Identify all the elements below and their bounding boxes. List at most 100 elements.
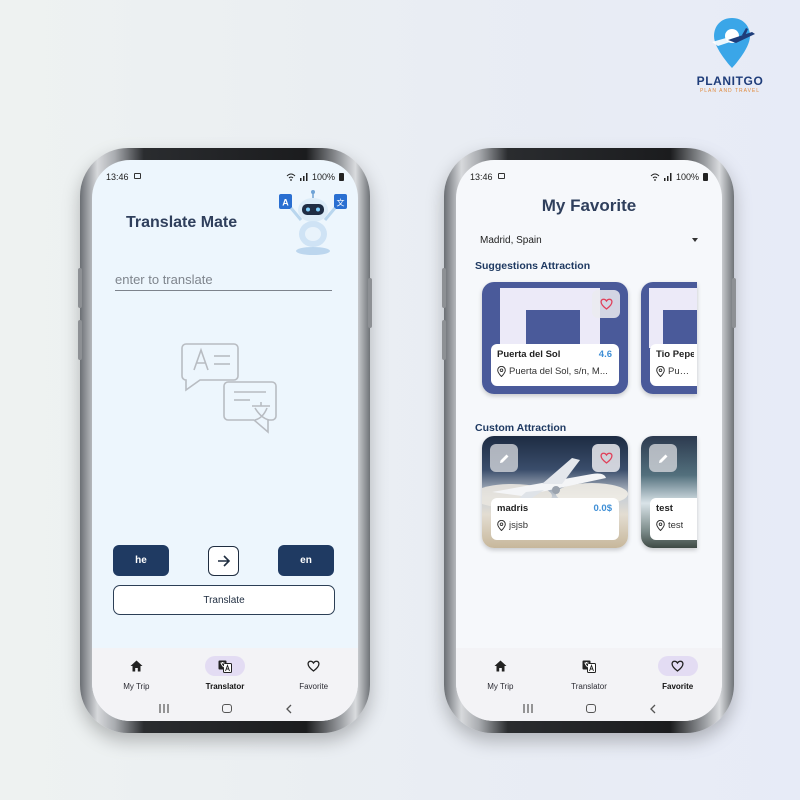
favorite-toggle-button[interactable] [592,444,620,472]
phone-side-button [78,320,82,360]
nav-label: Translator [571,682,607,691]
city-dropdown[interactable]: Madrid, Spain [480,230,698,250]
swap-languages-button[interactable] [208,546,239,576]
nav-item-favorite[interactable]: Favorite [633,648,722,696]
robot-badge-right: 文 [337,198,345,208]
heart-icon [599,298,613,310]
nav-item-my-trip[interactable]: My Trip [456,648,545,696]
brand-name: PLANITGO [696,74,764,88]
recent-apps-icon[interactable] [158,704,169,713]
nav-label: Favorite [662,682,694,691]
brand-logo: PLANITGO PLAN AND TRAVEL [690,16,770,98]
image-notification-icon [498,173,505,179]
phone-side-button [78,268,82,308]
recent-apps-icon[interactable] [522,704,533,713]
image-notification-icon [134,173,141,179]
nav-item-translator[interactable]: Translator [181,648,270,696]
signal-icon [663,173,672,181]
home-system-icon[interactable] [221,704,232,713]
translator-screen: 13:46 100% Translate Mate A 文 enter to t… [92,160,358,721]
pencil-icon [499,454,508,463]
attraction-address: Puerta del Sol, s/n, M... [509,366,608,377]
robot-mascot-icon: A 文 [279,190,347,255]
custom-section-title: Custom Attraction [475,422,567,434]
phone-translator: 13:46 100% Translate Mate A 文 enter to t… [78,148,372,733]
home-icon [130,660,143,672]
translate-icon [582,660,596,673]
custom-attraction-card[interactable]: madris 0.0$ jsjsb [482,436,628,548]
nav-label: Translator [205,682,245,691]
nav-item-favorite[interactable]: Favorite [269,648,358,696]
nav-label: Favorite [299,682,329,691]
favorite-toggle-button[interactable] [592,290,620,318]
phone-favorites: 13:46 100% My Favorite Madrid, Spain Sug… [442,148,736,733]
phone-power-button [732,278,736,328]
suggestion-card[interactable]: Tio Pepe Puerta [641,282,697,394]
status-time: 13:46 [106,172,129,182]
attraction-address: Puerta [668,366,694,377]
arrow-right-icon [217,555,230,567]
translate-button[interactable]: Translate [113,585,335,615]
bottom-navigation: My Trip Translator Favorite [92,648,358,696]
phone-side-button [442,320,446,360]
nav-label: My Trip [487,682,514,691]
nav-item-my-trip[interactable]: My Trip [92,648,181,696]
system-navigation-bar [456,696,722,721]
attraction-name: test [656,503,673,514]
status-bar: 13:46 100% [92,160,358,190]
page-title: Translate Mate [126,214,238,231]
edit-button[interactable] [490,444,518,472]
location-pin-icon [656,366,665,377]
location-pin-icon [656,520,665,531]
custom-attraction-card[interactable]: test test [641,436,697,548]
attraction-price: 0.0$ [593,503,613,514]
status-bar: 13:46 100% [456,160,722,190]
system-navigation-bar [92,696,358,721]
heart-icon [599,452,613,464]
attraction-rating: 4.6 [598,349,612,360]
favorites-screen: 13:46 100% My Favorite Madrid, Spain Sug… [456,160,722,721]
status-time: 13:46 [470,172,493,182]
heart-icon [307,660,320,672]
bottom-navigation: My Trip Translator Favorite [456,648,722,696]
heart-icon [671,660,684,672]
nav-item-translator[interactable]: Translator [545,648,634,696]
card-info: madris 0.0$ jsjsb [491,498,619,540]
brand-tagline: PLAN AND TRAVEL [699,88,761,94]
attraction-address: jsjsb [509,520,529,531]
phone-power-button [368,278,372,328]
home-system-icon[interactable] [585,704,596,713]
card-info: Puerta del Sol 4.6 Puerta del Sol, s/n, … [491,344,619,386]
card-info: Tio Pepe Puerta [650,344,697,386]
target-language-button[interactable]: en [278,545,334,576]
translate-illustration-icon [181,343,277,434]
edit-button[interactable] [649,444,677,472]
card-info: test test [650,498,697,540]
battery-percent: 100% [311,172,335,182]
translate-icon [218,660,232,673]
attraction-address: test [668,520,684,531]
back-icon[interactable] [285,704,292,714]
battery-percent: 100% [675,172,699,182]
battery-icon [703,173,708,181]
map-pin-plane-logo-icon [712,18,755,68]
battery-icon [339,173,344,181]
suggestion-card[interactable]: Puerta del Sol 4.6 Puerta del Sol, s/n, … [482,282,628,394]
phone-side-button [442,268,446,308]
nav-label: My Trip [123,682,150,691]
robot-badge-left: A [282,198,289,208]
home-icon [494,660,507,672]
location-pin-icon [497,520,506,531]
dropdown-caret-icon [692,238,698,242]
translate-input[interactable] [115,269,332,291]
suggestions-section-title: Suggestions Attraction [475,260,591,272]
signal-icon [299,173,308,181]
city-dropdown-value: Madrid, Spain [480,234,542,246]
wifi-icon [650,173,660,181]
attraction-name: Tio Pepe [656,349,694,360]
location-pin-icon [497,366,506,377]
source-language-button[interactable]: he [113,545,169,576]
wifi-icon [286,173,296,181]
back-icon[interactable] [649,704,656,714]
attraction-name: Puerta del Sol [497,349,561,360]
